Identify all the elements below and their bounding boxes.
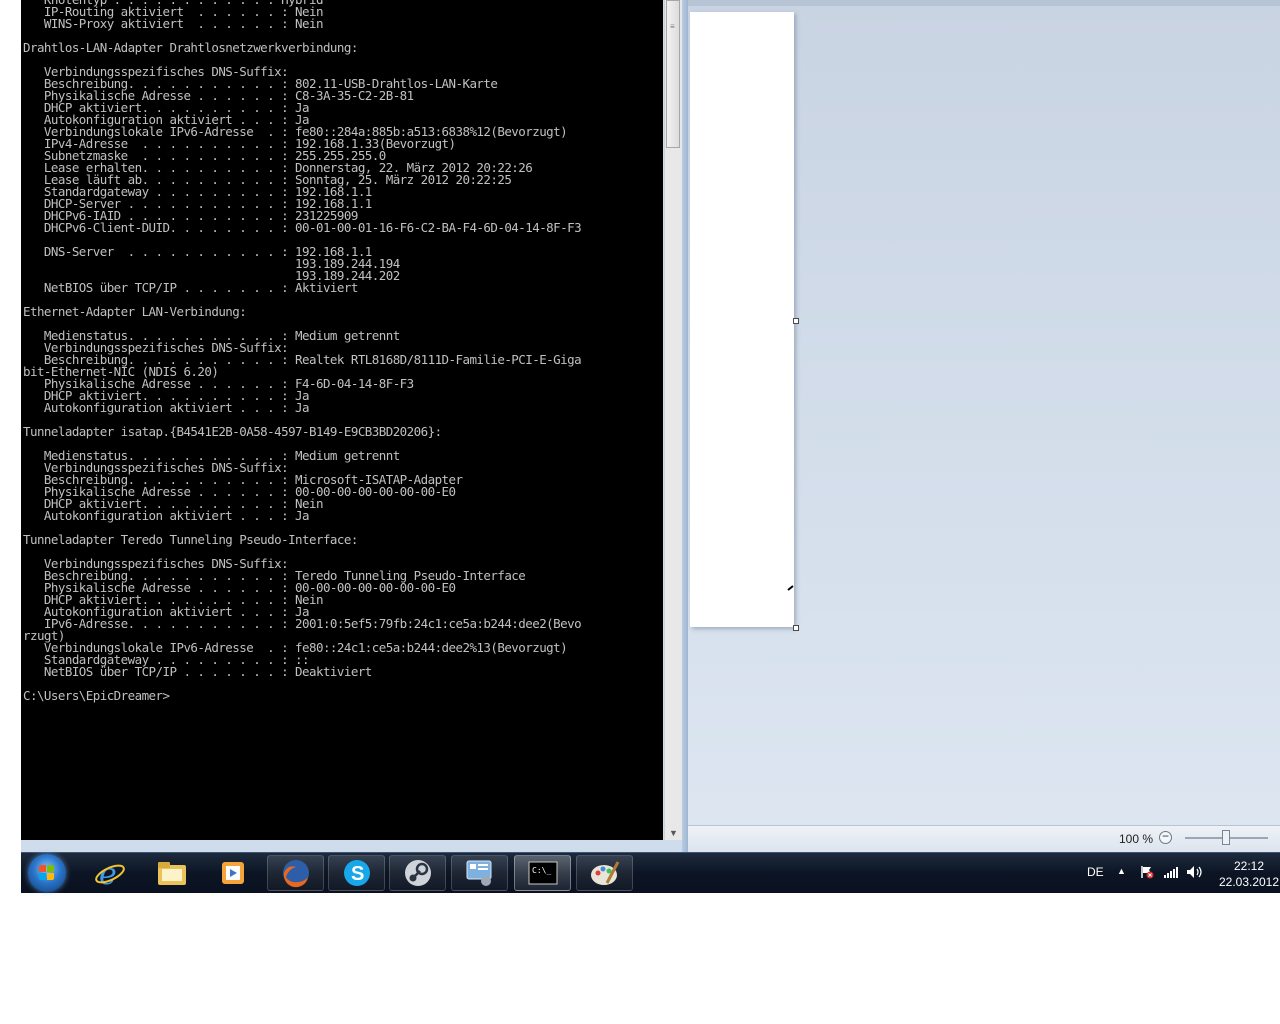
tray-clock[interactable]: 22:12 22.03.2012 [1218, 858, 1280, 890]
windows-logo-icon [39, 865, 55, 881]
tray-clock-time: 22:12 [1233, 859, 1265, 873]
taskbar-control-panel[interactable] [451, 855, 508, 891]
taskbar-steam[interactable] [389, 855, 446, 891]
zoom-level-label: 100 % [1119, 832, 1154, 846]
scroll-grip-icon: ≡ [670, 22, 675, 31]
file-explorer-icon [157, 862, 186, 885]
zoom-out-button[interactable]: − [1159, 830, 1172, 844]
paint-icon [590, 861, 619, 885]
console-line: Tunneladapter isatap.{B4541E2B-0A58-4597… [23, 424, 442, 439]
canvas-resize-handle-corner[interactable] [793, 625, 799, 631]
console-line: DHCPv6-Client-DUID. . . . . . . . : 00-0… [23, 220, 582, 235]
zoom-slider-thumb[interactable] [1222, 830, 1230, 845]
console-scrollbar[interactable]: ≡ ▼ [664, 0, 682, 840]
skype-icon: S [343, 860, 370, 886]
taskbar-file-explorer[interactable] [143, 855, 200, 891]
media-player-icon [221, 862, 244, 884]
console-line: Drahtlos-LAN-Adapter Drahtlosnetzwerkver… [23, 40, 358, 55]
console-line: NetBIOS über TCP/IP . . . . . . . : Akti… [23, 280, 358, 295]
canvas-stroke-mark [787, 585, 794, 591]
console-output-area[interactable]: Knotentyp . . . . . . . . . . . : Hybrid… [21, 0, 663, 840]
firefox-icon [282, 860, 309, 888]
console-line: C:\Users\EpicDreamer> [23, 688, 170, 703]
console-line: Autokonfiguration aktiviert . . . : Ja [23, 508, 310, 523]
paint-status-bar: 100 % − [660, 825, 1280, 852]
wireless-signal-icon[interactable] [1163, 866, 1179, 878]
svg-text:C:\_: C:\_ [532, 866, 551, 875]
internet-explorer-icon: e [94, 857, 125, 889]
svg-text:S: S [351, 863, 364, 885]
console-line: Tunneladapter Teredo Tunneling Pseudo-In… [23, 532, 358, 547]
tray-show-hidden-icons-arrow-icon[interactable]: ▲ [1117, 866, 1126, 876]
taskbar-firefox[interactable] [267, 855, 324, 891]
tray-language-indicator[interactable]: DE [1087, 865, 1104, 879]
console-output: Knotentyp . . . . . . . . . . . : Hybrid… [21, 0, 582, 703]
command-prompt-window: Knotentyp . . . . . . . . . . . : Hybrid… [21, 0, 688, 852]
start-button[interactable] [28, 854, 66, 892]
console-line: Autokonfiguration aktiviert . . . : Ja [23, 400, 310, 415]
tray-clock-date: 22.03.2012 [1218, 875, 1280, 889]
taskbar-skype[interactable]: S [328, 855, 385, 891]
volume-icon[interactable] [1186, 865, 1204, 879]
console-line: IPv6-Adresse. . . . . . . . . . . : 2001… [23, 616, 582, 631]
console-line: Ethernet-Adapter LAN-Verbindung: [23, 304, 247, 319]
console-line: WINS-Proxy aktiviert . . . . . . : Nein [23, 16, 324, 31]
canvas-resize-handle-right[interactable] [793, 318, 799, 324]
paint-canvas[interactable] [690, 12, 799, 631]
console-window-frame[interactable] [682, 0, 688, 852]
action-center-flag-icon[interactable] [1140, 865, 1154, 879]
taskbar: e S C:\_ DE ▲ 22:12 22.03.2012 [21, 852, 1280, 893]
console-scroll-thumb[interactable]: ≡ [666, 0, 680, 148]
command-prompt-icon: C:\_ [528, 861, 557, 885]
paint-window: 100 % − [660, 0, 1280, 852]
control-panel-icon [466, 860, 491, 886]
taskbar-command-prompt[interactable]: C:\_ [514, 855, 571, 891]
taskbar-media-player[interactable] [204, 855, 261, 891]
taskbar-internet-explorer[interactable]: e [81, 855, 138, 891]
scroll-down-arrow-icon[interactable]: ▼ [669, 828, 678, 838]
steam-icon [404, 860, 431, 886]
taskbar-paint[interactable] [576, 855, 633, 891]
console-line: NetBIOS über TCP/IP . . . . . . . : Deak… [23, 664, 372, 679]
